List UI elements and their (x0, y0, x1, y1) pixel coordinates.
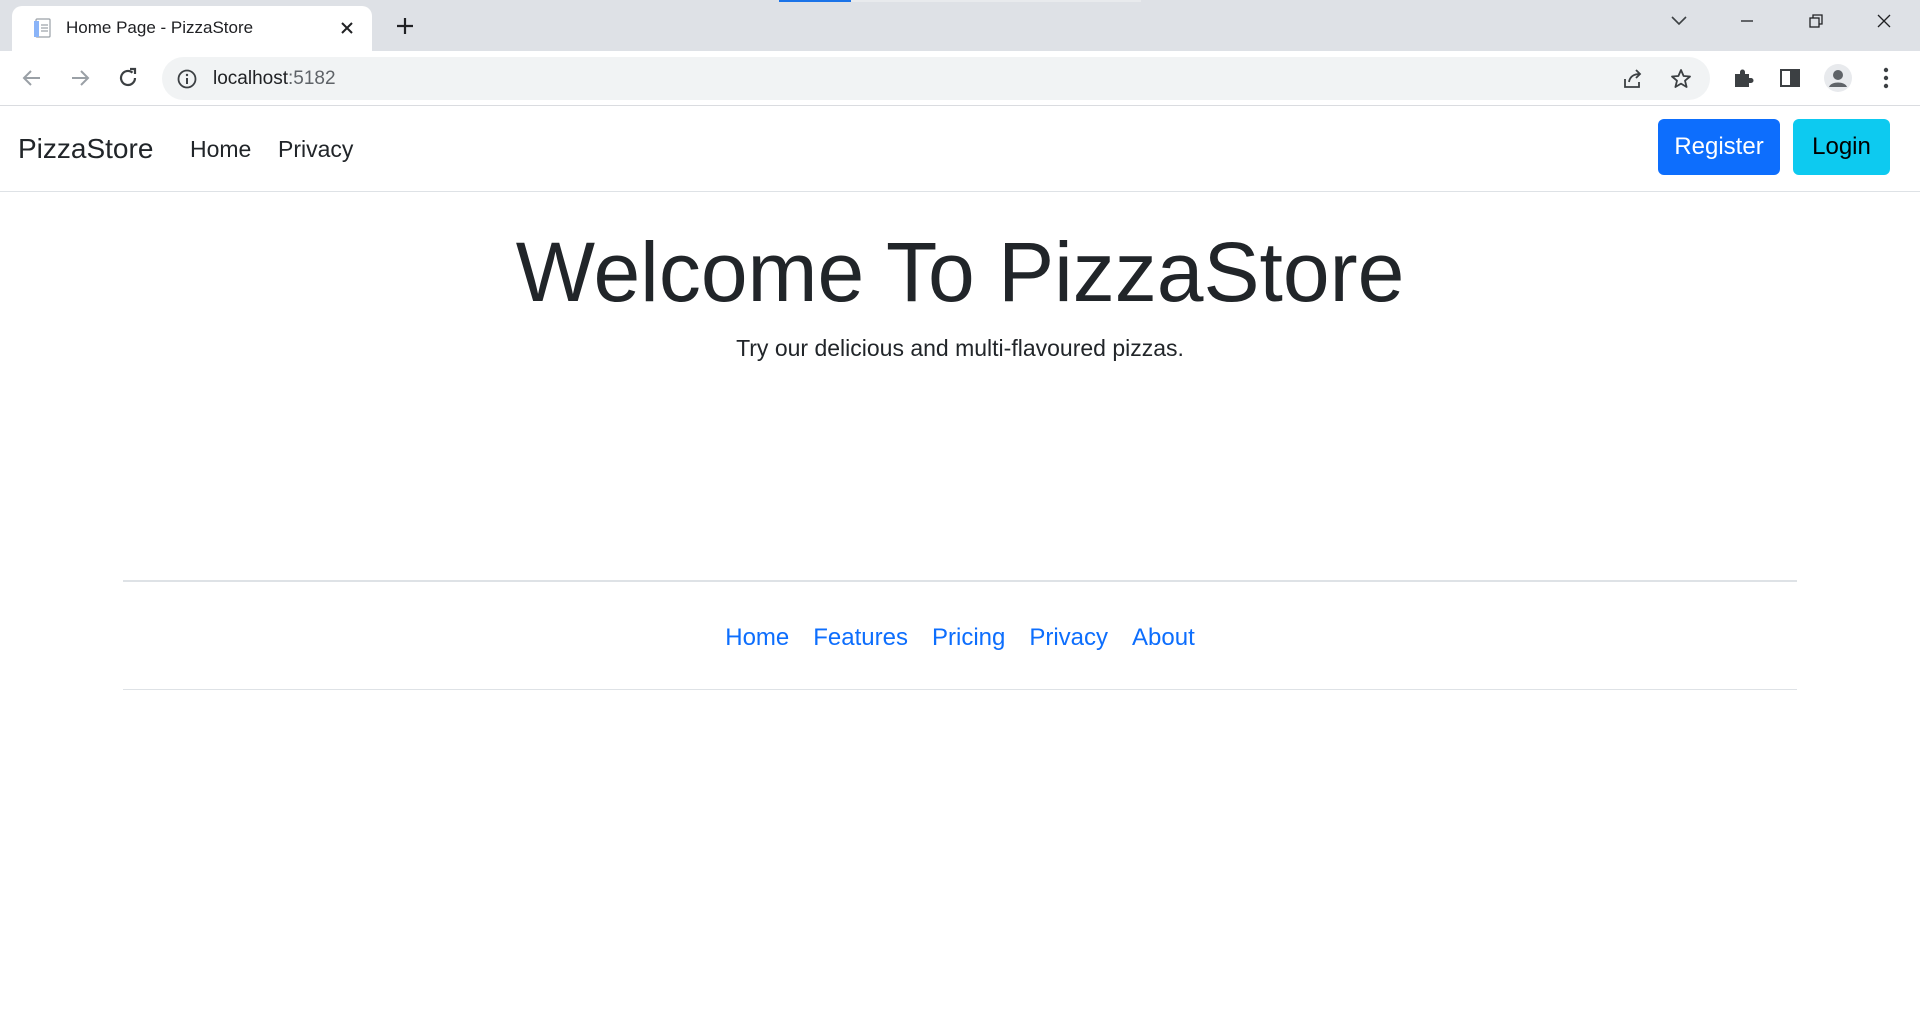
tab-close-icon[interactable] (336, 17, 358, 39)
site-info-icon[interactable] (176, 68, 198, 90)
extensions-puzzle-icon[interactable] (1728, 63, 1758, 93)
browser-menu-icon[interactable] (1871, 63, 1901, 93)
url-text[interactable]: localhost:5182 (213, 68, 336, 90)
nav-link-privacy[interactable]: Privacy (278, 133, 353, 165)
footer-divider-bottom (123, 689, 1797, 690)
page-favicon-icon (32, 17, 54, 39)
forward-button[interactable] (62, 60, 98, 96)
footer-nav: Home Features Pricing Privacy About (0, 620, 1920, 656)
nav-link-home[interactable]: Home (190, 133, 251, 165)
hero-title: Welcome To PizzaStore (515, 225, 1405, 319)
tab-search-button[interactable] (1645, 0, 1713, 42)
bookmark-star-icon[interactable] (1668, 66, 1694, 92)
login-button[interactable]: Login (1793, 119, 1890, 175)
share-icon[interactable] (1620, 66, 1646, 92)
close-window-button[interactable] (1850, 0, 1918, 42)
tab-title: Home Page - PizzaStore (66, 18, 254, 37)
hero-subtitle: Try our delicious and multi-flavoured pi… (736, 335, 1184, 361)
back-button[interactable] (14, 60, 50, 96)
profile-avatar-icon[interactable] (1823, 63, 1853, 93)
footer-link-home[interactable]: Home (725, 620, 789, 656)
register-button[interactable]: Register (1658, 119, 1780, 175)
loading-track (851, 0, 1141, 2)
footer-divider-top (123, 580, 1797, 582)
footer-link-features[interactable]: Features (813, 620, 908, 656)
browser-tab-active[interactable]: Home Page - PizzaStore (12, 6, 372, 51)
url-port: :5182 (288, 68, 336, 89)
footer-link-pricing[interactable]: Pricing (932, 620, 1005, 656)
loading-indicator (779, 0, 851, 2)
restore-button[interactable] (1782, 0, 1850, 42)
browser-toolbar: localhost:5182 (0, 51, 1920, 106)
url-host: localhost (213, 68, 288, 89)
site-navbar: PizzaStore Home Privacy Register Login (0, 107, 1920, 192)
minimize-button[interactable] (1713, 0, 1781, 42)
new-tab-button[interactable] (390, 11, 420, 41)
address-bar[interactable]: localhost:5182 (162, 57, 1710, 100)
reload-button[interactable] (110, 60, 146, 96)
footer-link-privacy[interactable]: Privacy (1029, 620, 1108, 656)
tab-strip: Home Page - PizzaStore (0, 0, 1920, 51)
navbar-brand[interactable]: PizzaStore (18, 131, 153, 167)
side-panel-icon[interactable] (1775, 63, 1805, 93)
footer-link-about[interactable]: About (1132, 620, 1195, 656)
